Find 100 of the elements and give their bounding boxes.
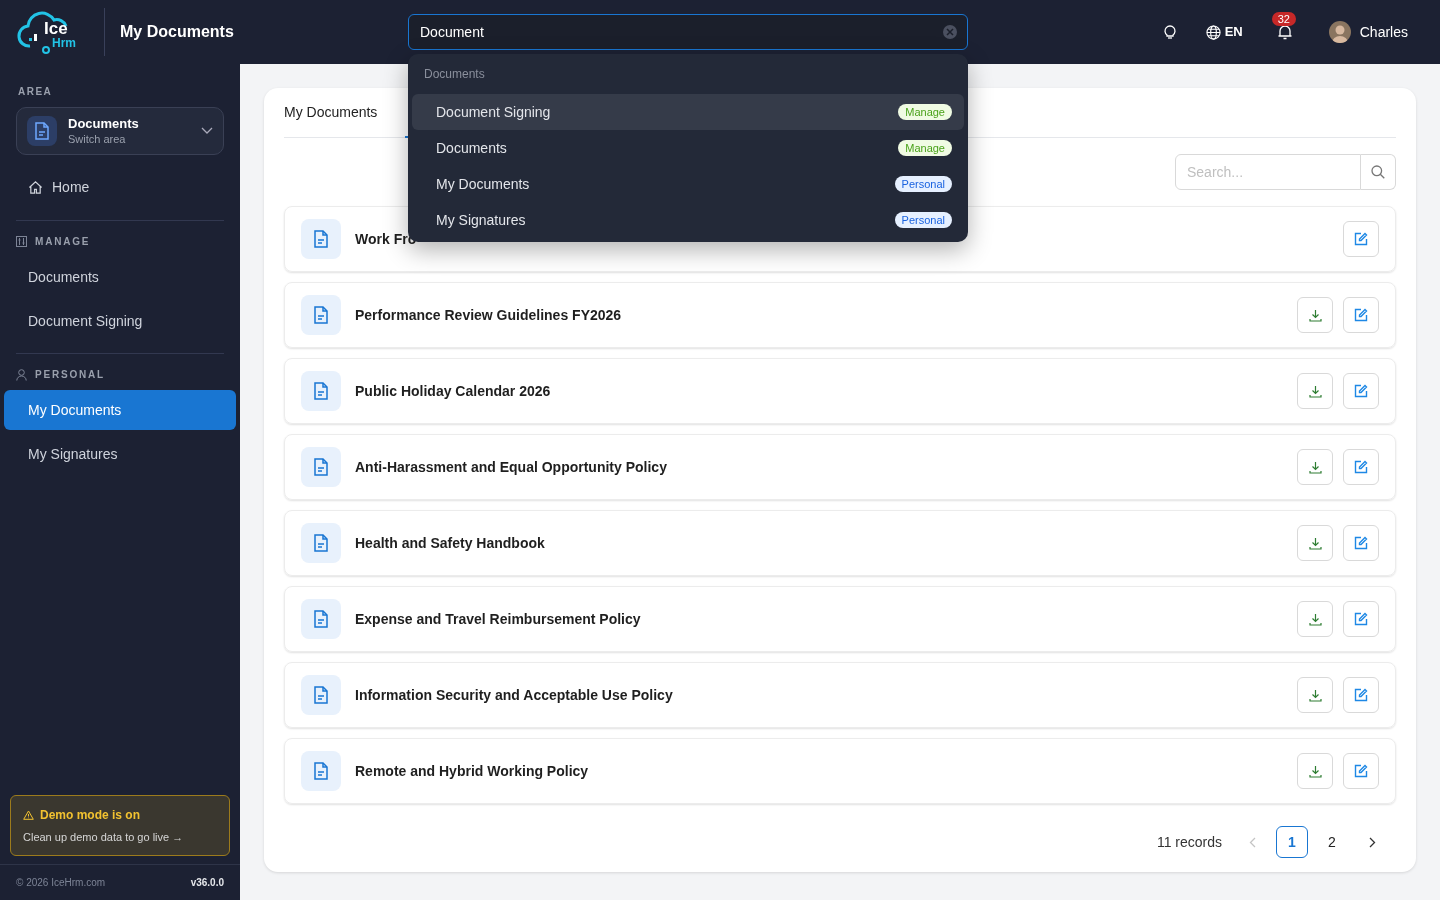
document-title: Health and Safety Handbook — [355, 533, 546, 553]
lightbulb-icon[interactable] — [1163, 24, 1176, 40]
edit-button[interactable] — [1343, 373, 1379, 409]
edit-icon — [1354, 764, 1368, 778]
search-button[interactable] — [1361, 154, 1396, 190]
document-row[interactable]: Information Security and Acceptable Use Policy — [284, 662, 1396, 728]
demo-text: Clean up demo data to go live → — [23, 829, 185, 845]
global-search-field[interactable]: Document — [408, 14, 968, 50]
document-icon — [313, 458, 329, 476]
document-icon — [313, 230, 329, 248]
notification-bell-icon[interactable] — [1276, 24, 1293, 40]
logo[interactable]: Ice Hrm — [16, 10, 88, 54]
notification-count: 32 — [1271, 12, 1296, 26]
result-label: My Documents — [436, 174, 530, 194]
document-title: Performance Review Guidelines FY2026 — [355, 305, 623, 325]
download-button[interactable] — [1297, 677, 1333, 713]
download-button[interactable] — [1297, 297, 1333, 333]
edit-icon — [1354, 536, 1368, 550]
sidebar-item[interactable]: Documents — [4, 257, 236, 297]
category-tag: Manage — [898, 104, 952, 120]
edit-button[interactable] — [1343, 753, 1379, 789]
download-button[interactable] — [1297, 449, 1333, 485]
document-row[interactable]: Remote and Hybrid Working Policy — [284, 738, 1396, 804]
user-icon — [16, 368, 27, 381]
download-icon — [1308, 688, 1322, 702]
search-result-item[interactable]: Document Signing Manage — [412, 94, 964, 130]
copyright-text: © 2026 IceHrm.com — [16, 876, 106, 890]
download-icon — [1308, 384, 1322, 398]
edit-button[interactable] — [1343, 525, 1379, 561]
globe-icon — [1205, 24, 1221, 40]
download-button[interactable] — [1297, 525, 1333, 561]
results-group-label: Documents — [423, 66, 486, 83]
edit-icon — [1354, 688, 1368, 702]
edit-icon — [1354, 384, 1368, 398]
document-row[interactable]: Health and Safety Handbook — [284, 510, 1396, 576]
download-button[interactable] — [1297, 753, 1333, 789]
result-label: Document Signing — [436, 102, 551, 122]
document-icon — [313, 610, 329, 628]
section-label: AREA — [18, 85, 54, 99]
document-row[interactable]: Public Holiday Calendar 2026 — [284, 358, 1396, 424]
edit-button[interactable] — [1343, 601, 1379, 637]
sliders-icon — [16, 236, 27, 247]
download-icon — [1308, 536, 1322, 550]
download-icon — [1308, 764, 1322, 778]
warning-icon — [23, 809, 34, 820]
edit-button[interactable] — [1343, 297, 1379, 333]
document-icon — [313, 686, 329, 704]
category-tag: Personal — [894, 176, 952, 192]
result-label: Documents — [436, 138, 507, 158]
demo-title: Demo mode is on — [40, 806, 140, 824]
language-button[interactable]: EN — [1205, 22, 1243, 42]
edit-button[interactable] — [1343, 221, 1379, 257]
download-button[interactable] — [1297, 601, 1333, 637]
document-row[interactable]: Anti-Harassment and Equal Opportunity Policy — [284, 434, 1396, 500]
chevron-down-icon — [201, 127, 213, 135]
category-tag: Personal — [894, 212, 952, 228]
area-document-icon — [34, 122, 50, 140]
user-menu[interactable]: Charles — [1328, 21, 1408, 43]
download-button[interactable] — [1297, 373, 1333, 409]
page-title: My Documents — [120, 22, 234, 42]
list-search-field[interactable]: Search... — [1175, 154, 1361, 190]
result-label: My Signatures — [436, 210, 526, 230]
tab[interactable]: My Documents — [284, 88, 378, 138]
sidebar-item[interactable]: Document Signing — [4, 301, 236, 341]
records-count: 11 records — [1156, 832, 1222, 852]
edit-button[interactable] — [1343, 449, 1379, 485]
document-row[interactable]: Performance Review Guidelines FY2026 — [284, 282, 1396, 348]
edit-icon — [1354, 308, 1368, 322]
edit-icon — [1354, 612, 1368, 626]
download-icon — [1308, 612, 1322, 626]
document-icon — [313, 382, 329, 400]
edit-button[interactable] — [1343, 677, 1379, 713]
home-link[interactable]: Home — [16, 171, 224, 203]
edit-icon — [1354, 232, 1368, 246]
sidebar-item[interactable]: My Documents — [4, 390, 236, 430]
document-icon — [313, 534, 329, 552]
document-title: Anti-Harassment and Equal Opportunity Policy — [355, 457, 668, 477]
document-title: Expense and Travel Reimbursement Policy — [355, 609, 642, 629]
home-icon — [28, 179, 43, 195]
search-icon — [1371, 165, 1385, 179]
search-result-item[interactable]: Documents Manage — [412, 130, 964, 166]
search-result-item[interactable]: My Signatures Personal — [412, 202, 964, 238]
document-icon — [313, 762, 329, 780]
page-button[interactable]: 1 — [1276, 826, 1308, 858]
document-row[interactable]: Expense and Travel Reimbursement Policy — [284, 586, 1396, 652]
document-title: Information Security and Acceptable Use Policy — [355, 685, 674, 705]
sidebar-item[interactable]: My Signatures — [4, 434, 236, 474]
version-text: v36.0.0 — [190, 876, 224, 890]
demo-banner[interactable]: Demo mode is on Clean up demo data to go live → — [10, 794, 230, 856]
section-label: MANAGE — [35, 235, 91, 249]
edit-icon — [1354, 460, 1368, 474]
document-title: Remote and Hybrid Working Policy — [355, 761, 590, 781]
avatar — [1328, 21, 1351, 43]
section-label: PERSONAL — [35, 368, 105, 382]
category-tag: Manage — [898, 140, 952, 156]
document-title: Public Holiday Calendar 2026 — [355, 381, 552, 401]
search-result-item[interactable]: My Documents Personal — [412, 166, 964, 202]
area-switcher[interactable]: Documents Switch area — [16, 107, 224, 155]
download-icon — [1308, 460, 1322, 474]
page-button[interactable]: 2 — [1316, 826, 1348, 858]
